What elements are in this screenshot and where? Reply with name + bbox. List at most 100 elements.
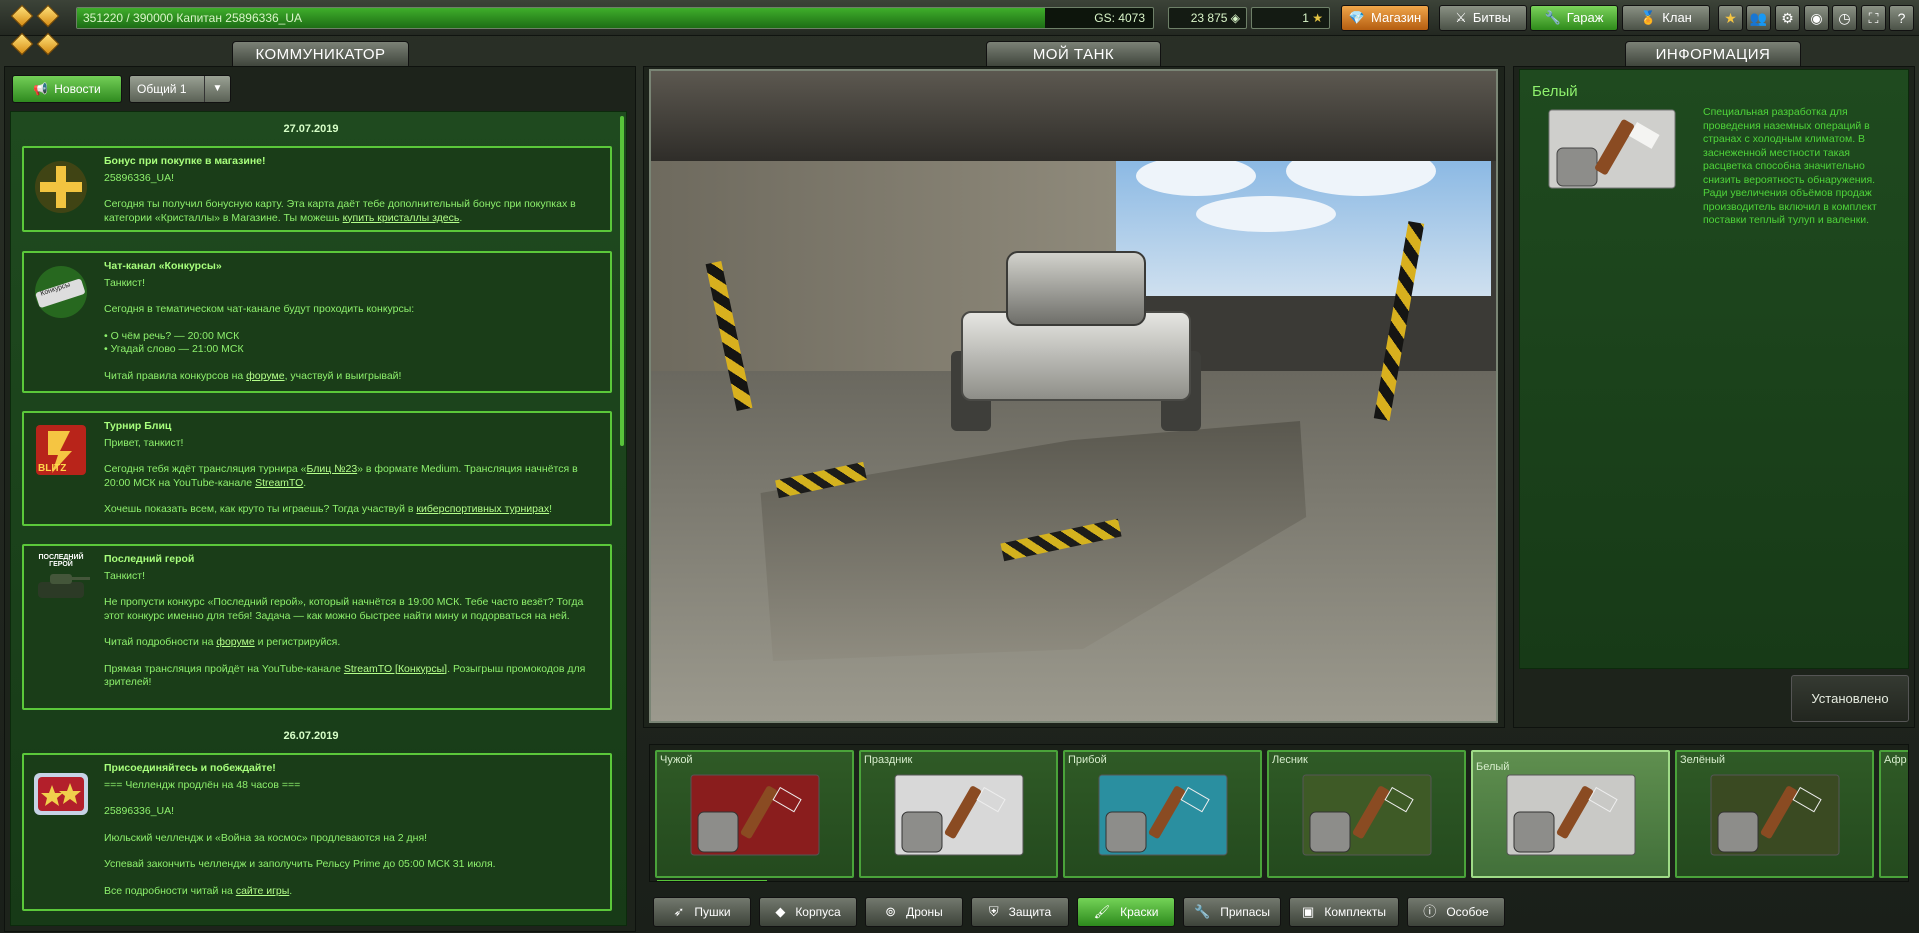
communicator-header: КОММУНИКАТОР bbox=[232, 41, 409, 68]
category-kits[interactable]: ▣ Комплекты bbox=[1289, 897, 1399, 927]
experience-bar: 351220 / 390000 Капитан 25896336_UA GS: … bbox=[76, 7, 1154, 29]
crystals-counter[interactable]: 23 875 ◈ bbox=[1168, 7, 1247, 29]
news-paragraph: Читай подробности на форуме и регистриру… bbox=[104, 636, 341, 648]
feed-scrollbar[interactable] bbox=[620, 116, 624, 446]
news-label: Новости bbox=[54, 82, 101, 96]
item-info: Белый Специальная разработка для проведе… bbox=[1519, 69, 1909, 669]
sound-icon[interactable]: ◉ bbox=[1804, 5, 1829, 31]
news-card: Присоединяйтесь и побеждайте! === Челлен… bbox=[22, 753, 612, 911]
paint-list-scrollbar[interactable] bbox=[657, 880, 767, 881]
game-site-link[interactable]: сайте игры bbox=[236, 885, 289, 897]
wrench-icon: 🔧 bbox=[1544, 10, 1561, 25]
esports-link[interactable]: киберспортивных турнирах bbox=[416, 503, 549, 515]
category-protection[interactable]: ⛨ Защита bbox=[971, 897, 1069, 927]
paint-name: Праздник bbox=[864, 754, 913, 766]
streamto-contests-link[interactable]: StreamTO [Конкурсы] bbox=[344, 663, 447, 675]
paint-item-green[interactable]: Зелёный bbox=[1675, 750, 1874, 878]
garage-button[interactable]: 🔧 Гараж bbox=[1530, 5, 1618, 31]
paint-name: Афр bbox=[1884, 754, 1907, 766]
date-separator: 26.07.2019 bbox=[283, 730, 339, 742]
news-line: Привет, танкист! bbox=[104, 436, 184, 449]
installed-button[interactable]: Установлено bbox=[1791, 675, 1909, 722]
paint-swatch bbox=[1710, 774, 1840, 856]
stars-counter[interactable]: 1 ★ bbox=[1251, 7, 1330, 29]
fullscreen-icon[interactable]: ⛶ bbox=[1861, 5, 1886, 31]
settings-icon[interactable]: ⚙ bbox=[1775, 5, 1800, 31]
star-icon[interactable]: ★ bbox=[1718, 5, 1743, 31]
category-label: Особое bbox=[1446, 905, 1489, 919]
my-tank-header: МОЙ ТАНК bbox=[986, 41, 1161, 68]
news-line: Успевай закончить челлендж и заполучить … bbox=[104, 858, 496, 870]
paint-item-surf[interactable]: Прибой bbox=[1063, 750, 1262, 878]
help-icon[interactable]: ? bbox=[1889, 5, 1914, 31]
top-bar: 351220 / 390000 Капитан 25896336_UA GS: … bbox=[0, 0, 1919, 56]
battles-label: Битвы bbox=[1472, 10, 1511, 25]
paint-list[interactable]: Чужой Праздник Прибой Лесник Белый Зелён… bbox=[649, 744, 1909, 882]
category-paints[interactable]: 🖌 Краски bbox=[1077, 897, 1175, 927]
category-hulls[interactable]: ◆ Корпуса bbox=[759, 897, 857, 927]
channel-select-value: Общий 1 bbox=[137, 82, 187, 96]
friends-icon[interactable]: 👥 bbox=[1746, 5, 1771, 31]
garage-label: Гараж bbox=[1566, 10, 1604, 25]
crystal-icon: 💎 bbox=[1348, 10, 1366, 25]
paint-item-holiday[interactable]: Праздник bbox=[859, 750, 1058, 878]
last-hero-icon: ПОСЛЕДНИЙ ГЕРОЙ bbox=[30, 554, 92, 616]
forum-link[interactable]: форуме bbox=[216, 636, 254, 648]
clock-icon[interactable]: ◷ bbox=[1832, 5, 1857, 31]
news-button[interactable]: 📢 Новости bbox=[12, 75, 122, 103]
news-line: Танкист! bbox=[104, 569, 146, 582]
communicator-toolbar: 📢 Новости Общий 1 ▼ bbox=[10, 73, 635, 107]
news-card: Бонус при покупке в магазине! 25896336_U… bbox=[22, 146, 612, 232]
category-label: Защита bbox=[1008, 905, 1052, 919]
special-icon: ⓘ bbox=[1423, 904, 1437, 919]
news-line: Сегодня в тематическом чат-канале будут … bbox=[104, 303, 415, 315]
channel-select[interactable]: Общий 1 ▼ bbox=[129, 75, 231, 103]
paint-name: Зелёный bbox=[1680, 754, 1726, 766]
category-drones[interactable]: ⊚ Дроны bbox=[865, 897, 963, 927]
news-feed[interactable]: 27.07.2019 Бонус при покупке в магазине!… bbox=[10, 111, 627, 926]
rank-logo[interactable] bbox=[6, 4, 62, 60]
news-line: 25896336_UA! bbox=[104, 805, 175, 817]
diamond-icon: ◈ bbox=[1230, 11, 1240, 25]
stars-value: 1 bbox=[1302, 11, 1309, 25]
paint-item-white[interactable]: Белый bbox=[1471, 750, 1670, 878]
category-label: Пушки bbox=[694, 905, 731, 919]
bonus-plus-icon bbox=[30, 156, 92, 218]
news-paragraph: Сегодня ты получил бонусную карту. Эта к… bbox=[104, 198, 576, 224]
item-title: Белый bbox=[1532, 83, 1578, 100]
paint-item-alien[interactable]: Чужой bbox=[655, 750, 854, 878]
paint-name: Белый bbox=[1476, 761, 1510, 773]
shop-label: Магазин bbox=[1371, 10, 1422, 25]
hangar-roof bbox=[651, 71, 1496, 161]
streamto-link[interactable]: StreamTO bbox=[255, 477, 303, 489]
last-hero-label: ПОСЛЕДНИЙ ГЕРОЙ bbox=[38, 554, 84, 568]
news-title: Турнир Блиц bbox=[104, 420, 172, 432]
paint-swatch bbox=[690, 774, 820, 856]
tank-preview[interactable] bbox=[649, 69, 1498, 723]
news-line: Июльский челлендж и «Война за космос» пр… bbox=[104, 831, 428, 844]
paint-item-africa[interactable]: Афр bbox=[1879, 750, 1908, 878]
buy-crystals-link[interactable]: купить кристаллы здесь bbox=[343, 212, 460, 224]
experience-text: 351220 / 390000 Капитан 25896336_UA bbox=[83, 11, 303, 25]
news-paragraph: Все подробности читай на сайте игры. bbox=[104, 884, 293, 897]
drone-icon: ⊚ bbox=[885, 904, 897, 919]
clan-button[interactable]: 🏅 Клан bbox=[1622, 5, 1710, 31]
forum-link[interactable]: форуме bbox=[246, 370, 284, 382]
category-guns[interactable]: ➶ Пушки bbox=[653, 897, 751, 927]
news-bullet: • Угадай слово — 21:00 МСК bbox=[104, 343, 244, 355]
gun-icon: ➶ bbox=[673, 904, 685, 919]
gear-score: GS: 4073 bbox=[1094, 11, 1145, 25]
news-paragraph: Читай правила конкурсов на форуме, участ… bbox=[104, 369, 402, 382]
blitz-link[interactable]: Блиц №23 bbox=[307, 463, 358, 475]
challenge-icon bbox=[30, 763, 92, 825]
news-content: Присоединяйтесь и побеждайте! === Челлен… bbox=[104, 762, 600, 898]
shop-button[interactable]: 💎 Магазин bbox=[1341, 5, 1429, 31]
category-special[interactable]: ⓘ Особое bbox=[1407, 897, 1505, 927]
paint-item-forester[interactable]: Лесник bbox=[1267, 750, 1466, 878]
category-supplies[interactable]: 🔧 Припасы bbox=[1183, 897, 1281, 927]
news-title: Чат-канал «Конкурсы» bbox=[104, 260, 222, 272]
paint-swatch bbox=[894, 774, 1024, 856]
battles-button[interactable]: ⚔ Битвы bbox=[1439, 5, 1527, 31]
blitz-label: BLITZ bbox=[38, 463, 67, 474]
news-title: Бонус при покупке в магазине! bbox=[104, 155, 266, 167]
